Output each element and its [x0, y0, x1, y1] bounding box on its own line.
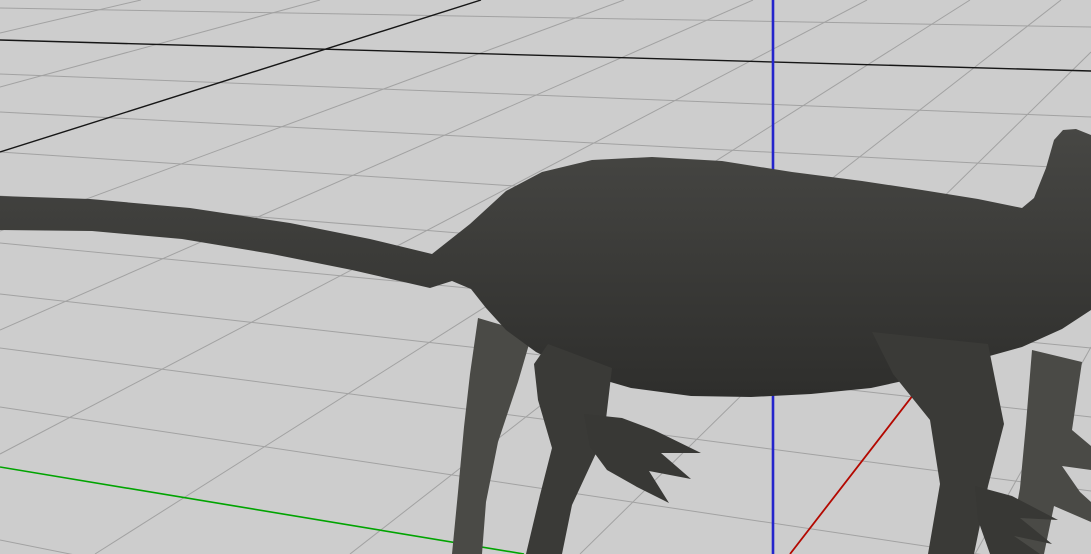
- scene-canvas[interactable]: [0, 0, 1091, 554]
- 3d-viewport[interactable]: [0, 0, 1091, 554]
